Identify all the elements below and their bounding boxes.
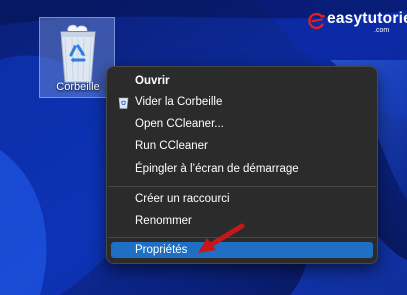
menu-item-run-ccleaner[interactable]: Run CCleaner <box>111 136 373 157</box>
watermark-name: easytutoriel <box>327 10 407 27</box>
menu-item-label: Renommer <box>135 215 192 227</box>
menu-item-label: Ouvrir <box>135 75 170 87</box>
recycle-bin-desktop-icon[interactable]: Corbeille <box>39 17 115 98</box>
menu-item-label: Propriétés <box>135 244 188 256</box>
menu-item-label: Run CCleaner <box>135 140 208 152</box>
menu-item-label: Créer un raccourci <box>135 193 230 205</box>
recycle-bin-icon <box>118 97 129 109</box>
menu-item-create-shortcut[interactable]: Créer un raccourci <box>111 189 373 210</box>
menu-item-open[interactable]: Ouvrir <box>111 71 373 92</box>
menu-item-empty-recycle-bin[interactable]: Vider la Corbeille <box>111 92 373 113</box>
recycle-bin-label: Corbeille <box>56 81 100 93</box>
menu-item-label: Open CCleaner... <box>135 118 224 130</box>
menu-item-label: Vider la Corbeille <box>135 96 223 108</box>
watermark-suffix: .com <box>374 27 390 34</box>
red-arrow-annotation <box>198 223 245 253</box>
menu-separator <box>108 186 376 187</box>
recycle-bin-icon <box>60 24 96 83</box>
watermark: easytutoriel .com <box>307 10 407 39</box>
menu-item-open-ccleaner[interactable]: Open CCleaner... <box>111 114 373 135</box>
menu-item-label: Épingler à l’écran de démarrage <box>135 163 299 175</box>
easytutoriel-logo-icon <box>308 12 325 30</box>
menu-item-pin-to-start[interactable]: Épingler à l’écran de démarrage <box>111 159 373 180</box>
